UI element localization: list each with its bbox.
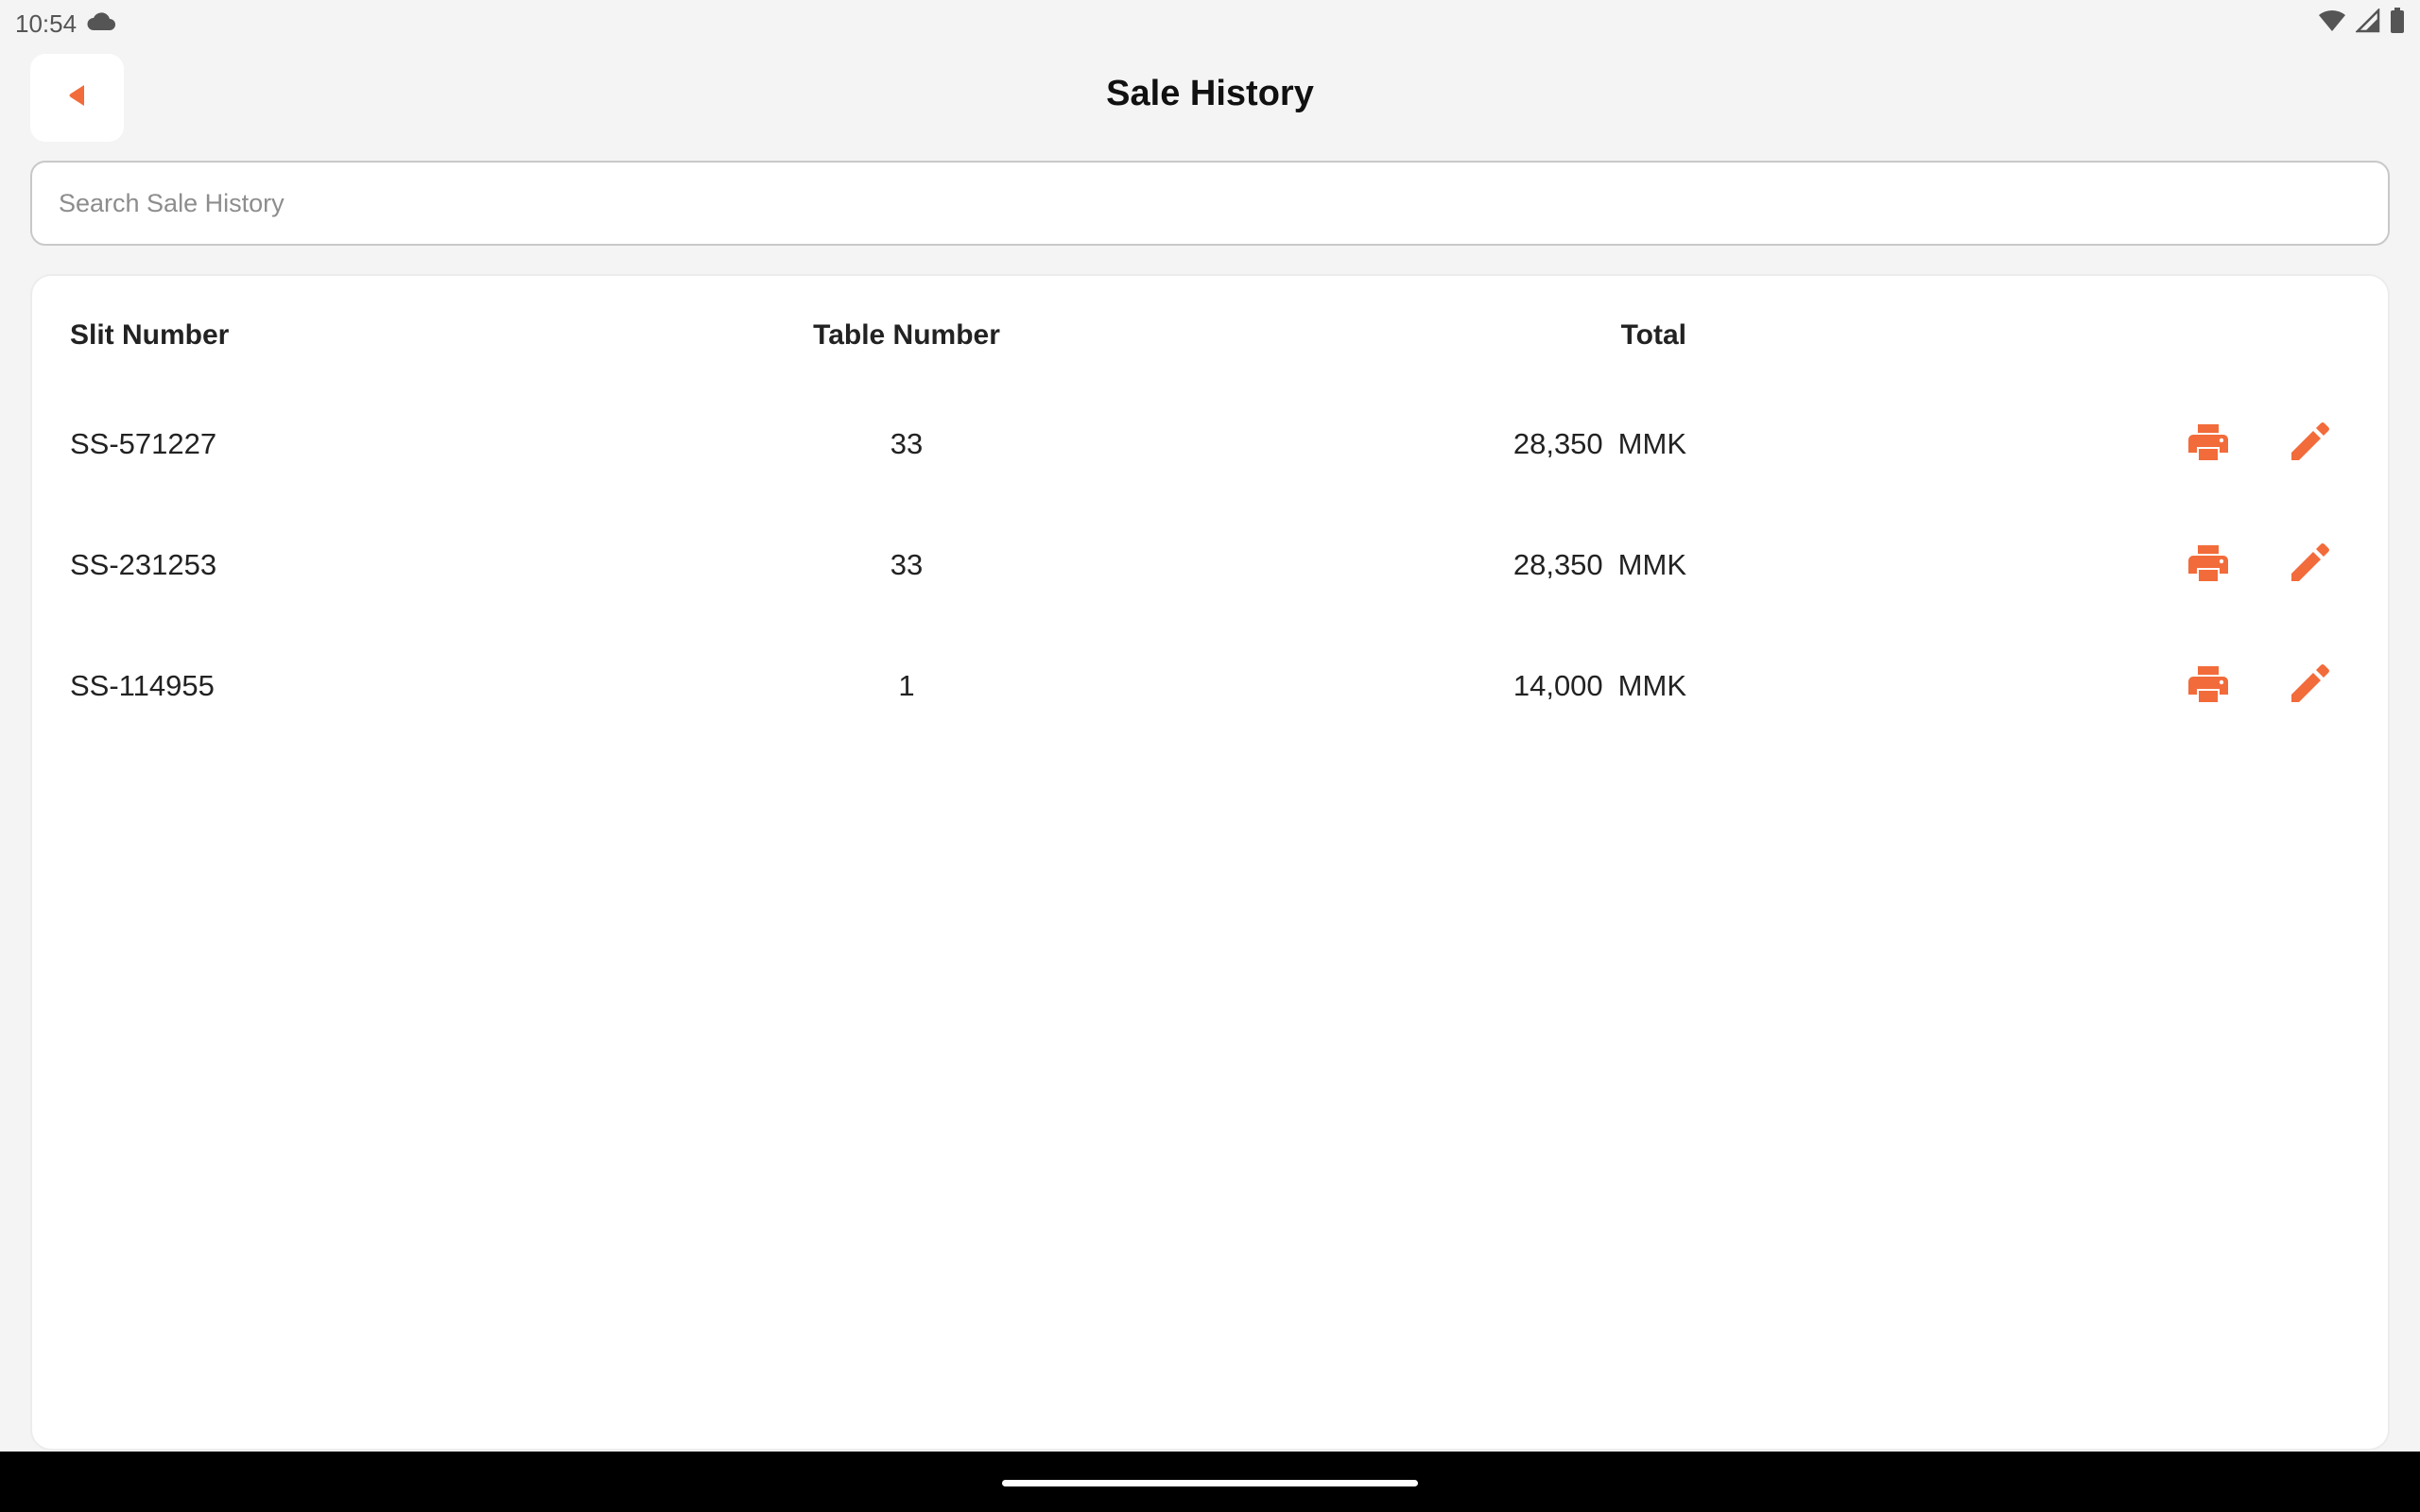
edit-button[interactable]: [2281, 418, 2338, 474]
navigation-bar: [0, 1452, 2420, 1512]
currency: MMK: [1617, 669, 1686, 702]
currency: MMK: [1617, 427, 1686, 460]
battery-icon: [2390, 7, 2405, 41]
page-title: Sale History: [1106, 74, 1314, 113]
print-button[interactable]: [2180, 418, 2237, 474]
pencil-icon: [2290, 543, 2329, 591]
total-amount: 28,350 MMK: [1261, 548, 1686, 582]
table-number: 33: [890, 548, 924, 581]
table-row: SS-114955 1 14,000 MMK: [32, 664, 2388, 713]
column-header-table-number: Table Number: [813, 319, 1000, 351]
signal-icon: [2354, 7, 2380, 40]
amount-value: 28,350: [1512, 548, 1603, 581]
sale-history-table: Slit Number Table Number Total SS-571227…: [30, 274, 2390, 1451]
search-field[interactable]: [30, 161, 2390, 246]
table-row: SS-571227 33 28,350 MMK: [32, 422, 2388, 471]
slit-number: SS-571227: [70, 427, 217, 460]
column-header-total: Total: [1620, 319, 1686, 351]
edit-button[interactable]: [2281, 539, 2338, 595]
status-bar: 10:54: [0, 0, 2420, 47]
pencil-icon: [2290, 664, 2329, 712]
table-number: 1: [898, 669, 915, 702]
amount-value: 14,000: [1512, 669, 1603, 702]
total-amount: 14,000 MMK: [1261, 669, 1686, 703]
printer-icon: [2187, 544, 2229, 590]
table-number: 33: [890, 427, 924, 460]
printer-icon: [2187, 665, 2229, 711]
amount-value: 28,350: [1512, 427, 1603, 460]
slit-number: SS-114955: [70, 669, 215, 702]
column-header-slit-number: Slit Number: [70, 319, 230, 351]
status-time: 10:54: [15, 9, 78, 38]
search-input[interactable]: [59, 163, 2361, 244]
wifi-icon: [2318, 9, 2346, 40]
print-button[interactable]: [2180, 660, 2237, 716]
pencil-icon: [2290, 422, 2329, 470]
slit-number: SS-231253: [70, 548, 217, 581]
table-header: Slit Number Table Number Total: [32, 319, 2388, 357]
table-row: SS-231253 33 28,350 MMK: [32, 543, 2388, 592]
total-amount: 28,350 MMK: [1261, 427, 1686, 461]
printer-icon: [2187, 423, 2229, 469]
cloud-icon: [86, 9, 116, 39]
home-gesture-handle[interactable]: [1002, 1480, 1418, 1486]
status-bar-right: [2318, 7, 2405, 41]
status-bar-left: 10:54: [15, 9, 116, 39]
currency: MMK: [1617, 548, 1686, 581]
print-button[interactable]: [2180, 539, 2237, 595]
edit-button[interactable]: [2281, 660, 2338, 716]
